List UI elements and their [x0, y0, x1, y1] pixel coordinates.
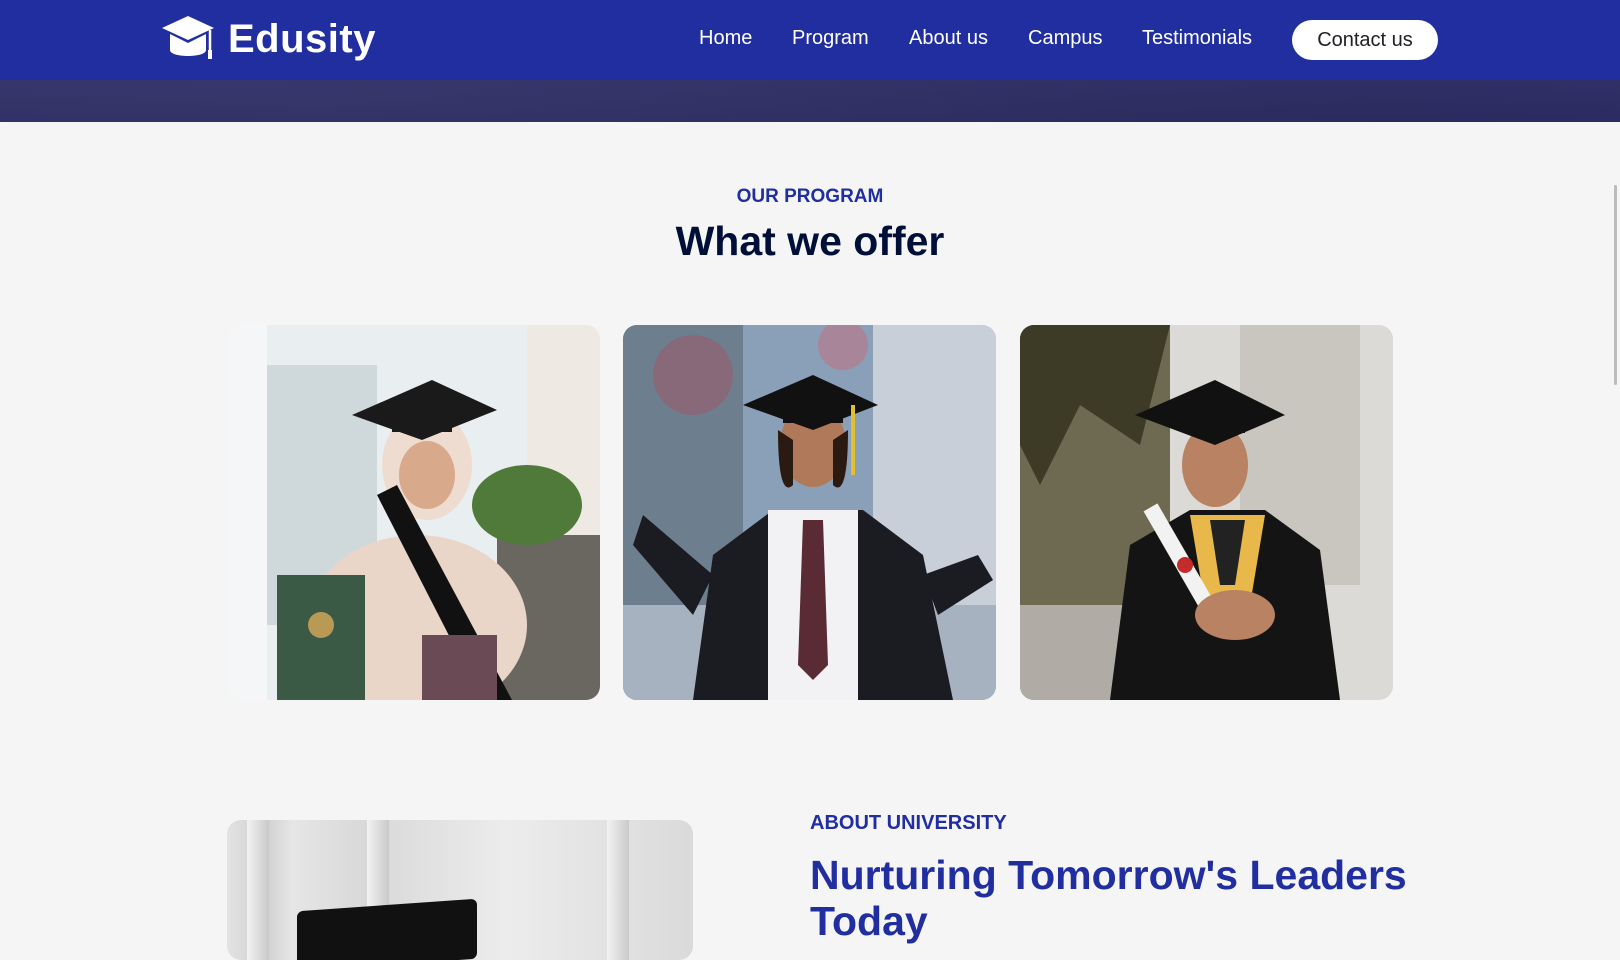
about-image	[227, 820, 693, 960]
nav-home[interactable]: Home	[699, 27, 752, 50]
program-title: What we offer	[675, 218, 945, 264]
graduate-man-arms-open-photo	[623, 325, 996, 700]
contact-us-button[interactable]: Contact us	[1292, 20, 1438, 60]
logo[interactable]: Edusity	[160, 14, 376, 64]
program-subtitle: OUR PROGRAM	[736, 186, 884, 207]
brand-name: Edusity	[228, 16, 376, 61]
nav-about-us[interactable]: About us	[909, 27, 988, 50]
graduate-man-diploma-photo	[1020, 325, 1393, 700]
graduation-cap-icon	[162, 16, 214, 59]
graduate-woman-hijab-photo	[227, 325, 600, 700]
about-image-pillar	[247, 820, 269, 960]
scrollbar[interactable]	[1614, 185, 1617, 385]
about-image-cap	[297, 898, 477, 960]
nav-testimonials[interactable]: Testimonials	[1142, 27, 1252, 50]
program-card-1[interactable]	[227, 325, 600, 700]
nav-program[interactable]: Program	[792, 27, 869, 50]
nav-campus[interactable]: Campus	[1028, 27, 1102, 50]
about-title: Nurturing Tomorrow's Leaders Today	[810, 852, 1407, 944]
navbar: Edusity Home Program About us Campus Tes…	[0, 0, 1620, 80]
about-subtitle: ABOUT UNIVERSITY	[810, 812, 1007, 834]
program-card-3[interactable]	[1020, 325, 1393, 700]
about-image-pillar	[607, 820, 629, 960]
program-card-2[interactable]	[623, 325, 996, 700]
